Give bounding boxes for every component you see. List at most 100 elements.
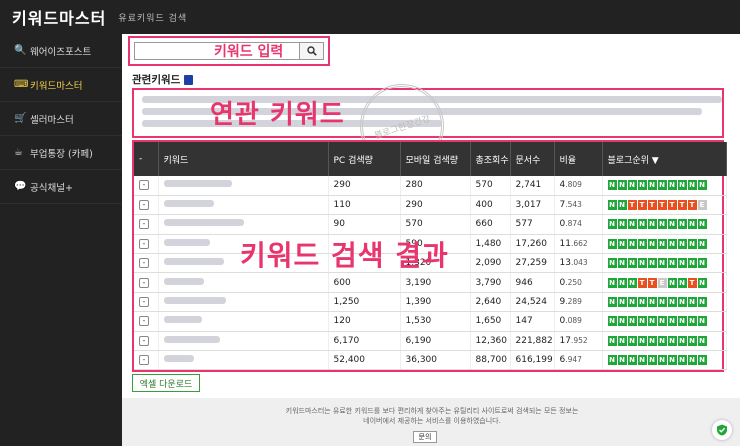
rank-badge[interactable]: N (667, 355, 677, 366)
rank-badge[interactable]: N (647, 316, 657, 327)
rank-badge[interactable]: N (687, 258, 697, 269)
keyword-cell[interactable] (158, 195, 329, 216)
rank-badge[interactable]: N (627, 180, 637, 191)
rank-badge[interactable]: N (637, 219, 647, 230)
rank-badge[interactable]: T (657, 200, 667, 211)
rank-badge[interactable]: N (617, 180, 627, 191)
rank-badge[interactable]: N (697, 316, 707, 327)
rank-badge[interactable]: N (607, 258, 617, 269)
rank-badge[interactable]: T (647, 277, 657, 288)
brand-logo[interactable]: 키워드마스터 (12, 5, 106, 29)
keyword-cell[interactable] (158, 350, 329, 371)
rank-badge[interactable]: T (677, 200, 687, 211)
rank-badge[interactable]: N (677, 180, 687, 191)
rank-badge[interactable]: N (667, 297, 677, 308)
remove-row-button[interactable]: - (139, 277, 149, 288)
keyword-cell[interactable] (158, 272, 329, 293)
excel-download-button[interactable]: 엑셀 다운로드 (132, 374, 200, 392)
keyword-cell[interactable] (158, 292, 329, 313)
rank-badge[interactable]: N (687, 180, 697, 191)
rank-badge[interactable]: N (657, 219, 667, 230)
rank-badge[interactable]: T (647, 200, 657, 211)
rank-badge[interactable]: N (687, 316, 697, 327)
remove-row-button[interactable]: - (139, 297, 149, 308)
rank-badge[interactable]: N (627, 258, 637, 269)
column-header[interactable]: 블로그순위 ▼ (602, 142, 727, 176)
rank-badge[interactable]: N (667, 219, 677, 230)
remove-row-button[interactable]: - (139, 355, 149, 366)
rank-badge[interactable]: N (607, 355, 617, 366)
rank-badge[interactable]: N (627, 297, 637, 308)
keyword-cell[interactable] (158, 331, 329, 352)
rank-badge[interactable]: N (677, 335, 687, 346)
rank-badge[interactable]: N (697, 355, 707, 366)
rank-badge[interactable]: N (637, 258, 647, 269)
remove-row-button[interactable]: - (139, 180, 149, 191)
rank-badge[interactable]: N (677, 316, 687, 327)
rank-badge[interactable]: N (687, 335, 697, 346)
rank-badge[interactable]: N (637, 335, 647, 346)
rank-badge[interactable]: N (657, 297, 667, 308)
rank-badge[interactable]: N (637, 238, 647, 249)
rank-badge[interactable]: N (677, 277, 687, 288)
rank-badge[interactable]: N (607, 316, 617, 327)
shield-badge[interactable] (712, 420, 732, 440)
rank-badge[interactable]: N (657, 316, 667, 327)
rank-badge[interactable]: N (627, 238, 637, 249)
rank-badge[interactable]: N (617, 316, 627, 327)
rank-badge[interactable]: N (687, 238, 697, 249)
remove-row-button[interactable]: - (139, 200, 149, 211)
rank-badge[interactable]: N (677, 219, 687, 230)
rank-badge[interactable]: N (697, 180, 707, 191)
sidebar-item-channel[interactable]: 💬 공식채널+ (0, 170, 122, 204)
rank-badge[interactable]: T (637, 200, 647, 211)
rank-badge[interactable]: N (637, 297, 647, 308)
rank-badge[interactable]: N (657, 238, 667, 249)
rank-badge[interactable]: N (697, 277, 707, 288)
rank-badge[interactable]: N (677, 238, 687, 249)
rank-badge[interactable]: N (667, 258, 677, 269)
rank-badge[interactable]: N (687, 297, 697, 308)
rank-badge[interactable]: E (657, 277, 667, 288)
rank-badge[interactable]: N (617, 219, 627, 230)
rank-badge[interactable]: N (637, 355, 647, 366)
sidebar-item-cafe[interactable]: ☕ 부업통장 (카페) (0, 136, 122, 170)
rank-badge[interactable]: N (677, 258, 687, 269)
rank-badge[interactable]: N (627, 335, 637, 346)
remove-row-button[interactable]: - (139, 238, 149, 249)
rank-badge[interactable]: N (627, 316, 637, 327)
rank-badge[interactable]: N (617, 277, 627, 288)
rank-badge[interactable]: T (687, 200, 697, 211)
rank-badge[interactable]: N (677, 355, 687, 366)
rank-badge[interactable]: N (697, 297, 707, 308)
rank-badge[interactable]: T (667, 200, 677, 211)
rank-badge[interactable]: N (667, 316, 677, 327)
rank-badge[interactable]: N (637, 316, 647, 327)
keyword-cell[interactable] (158, 176, 329, 196)
rank-badge[interactable]: T (637, 277, 647, 288)
rank-badge[interactable]: N (697, 238, 707, 249)
rank-badge[interactable]: N (687, 219, 697, 230)
rank-badge[interactable]: N (657, 180, 667, 191)
rank-badge[interactable]: N (627, 355, 637, 366)
rank-badge[interactable]: N (647, 180, 657, 191)
rank-badge[interactable]: N (607, 180, 617, 191)
rank-badge[interactable]: N (697, 258, 707, 269)
rank-badge[interactable]: N (617, 258, 627, 269)
rank-badge[interactable]: N (607, 335, 617, 346)
rank-badge[interactable]: N (607, 219, 617, 230)
sidebar-item-whereispost[interactable]: 🔍 웨어이즈포스트 (0, 34, 122, 68)
sidebar-item-sellermaster[interactable]: 🛒 셀러마스터 (0, 102, 122, 136)
rank-badge[interactable]: N (647, 238, 657, 249)
rank-badge[interactable]: N (667, 238, 677, 249)
rank-badge[interactable]: N (617, 238, 627, 249)
rank-badge[interactable]: N (657, 258, 667, 269)
copy-icon[interactable] (184, 74, 194, 85)
rank-badge[interactable]: N (697, 219, 707, 230)
rank-badge[interactable]: N (697, 335, 707, 346)
rank-badge[interactable]: N (617, 355, 627, 366)
rank-badge[interactable]: N (647, 355, 657, 366)
rank-badge[interactable]: N (627, 219, 637, 230)
search-button[interactable] (299, 43, 323, 59)
rank-badge[interactable]: N (647, 297, 657, 308)
